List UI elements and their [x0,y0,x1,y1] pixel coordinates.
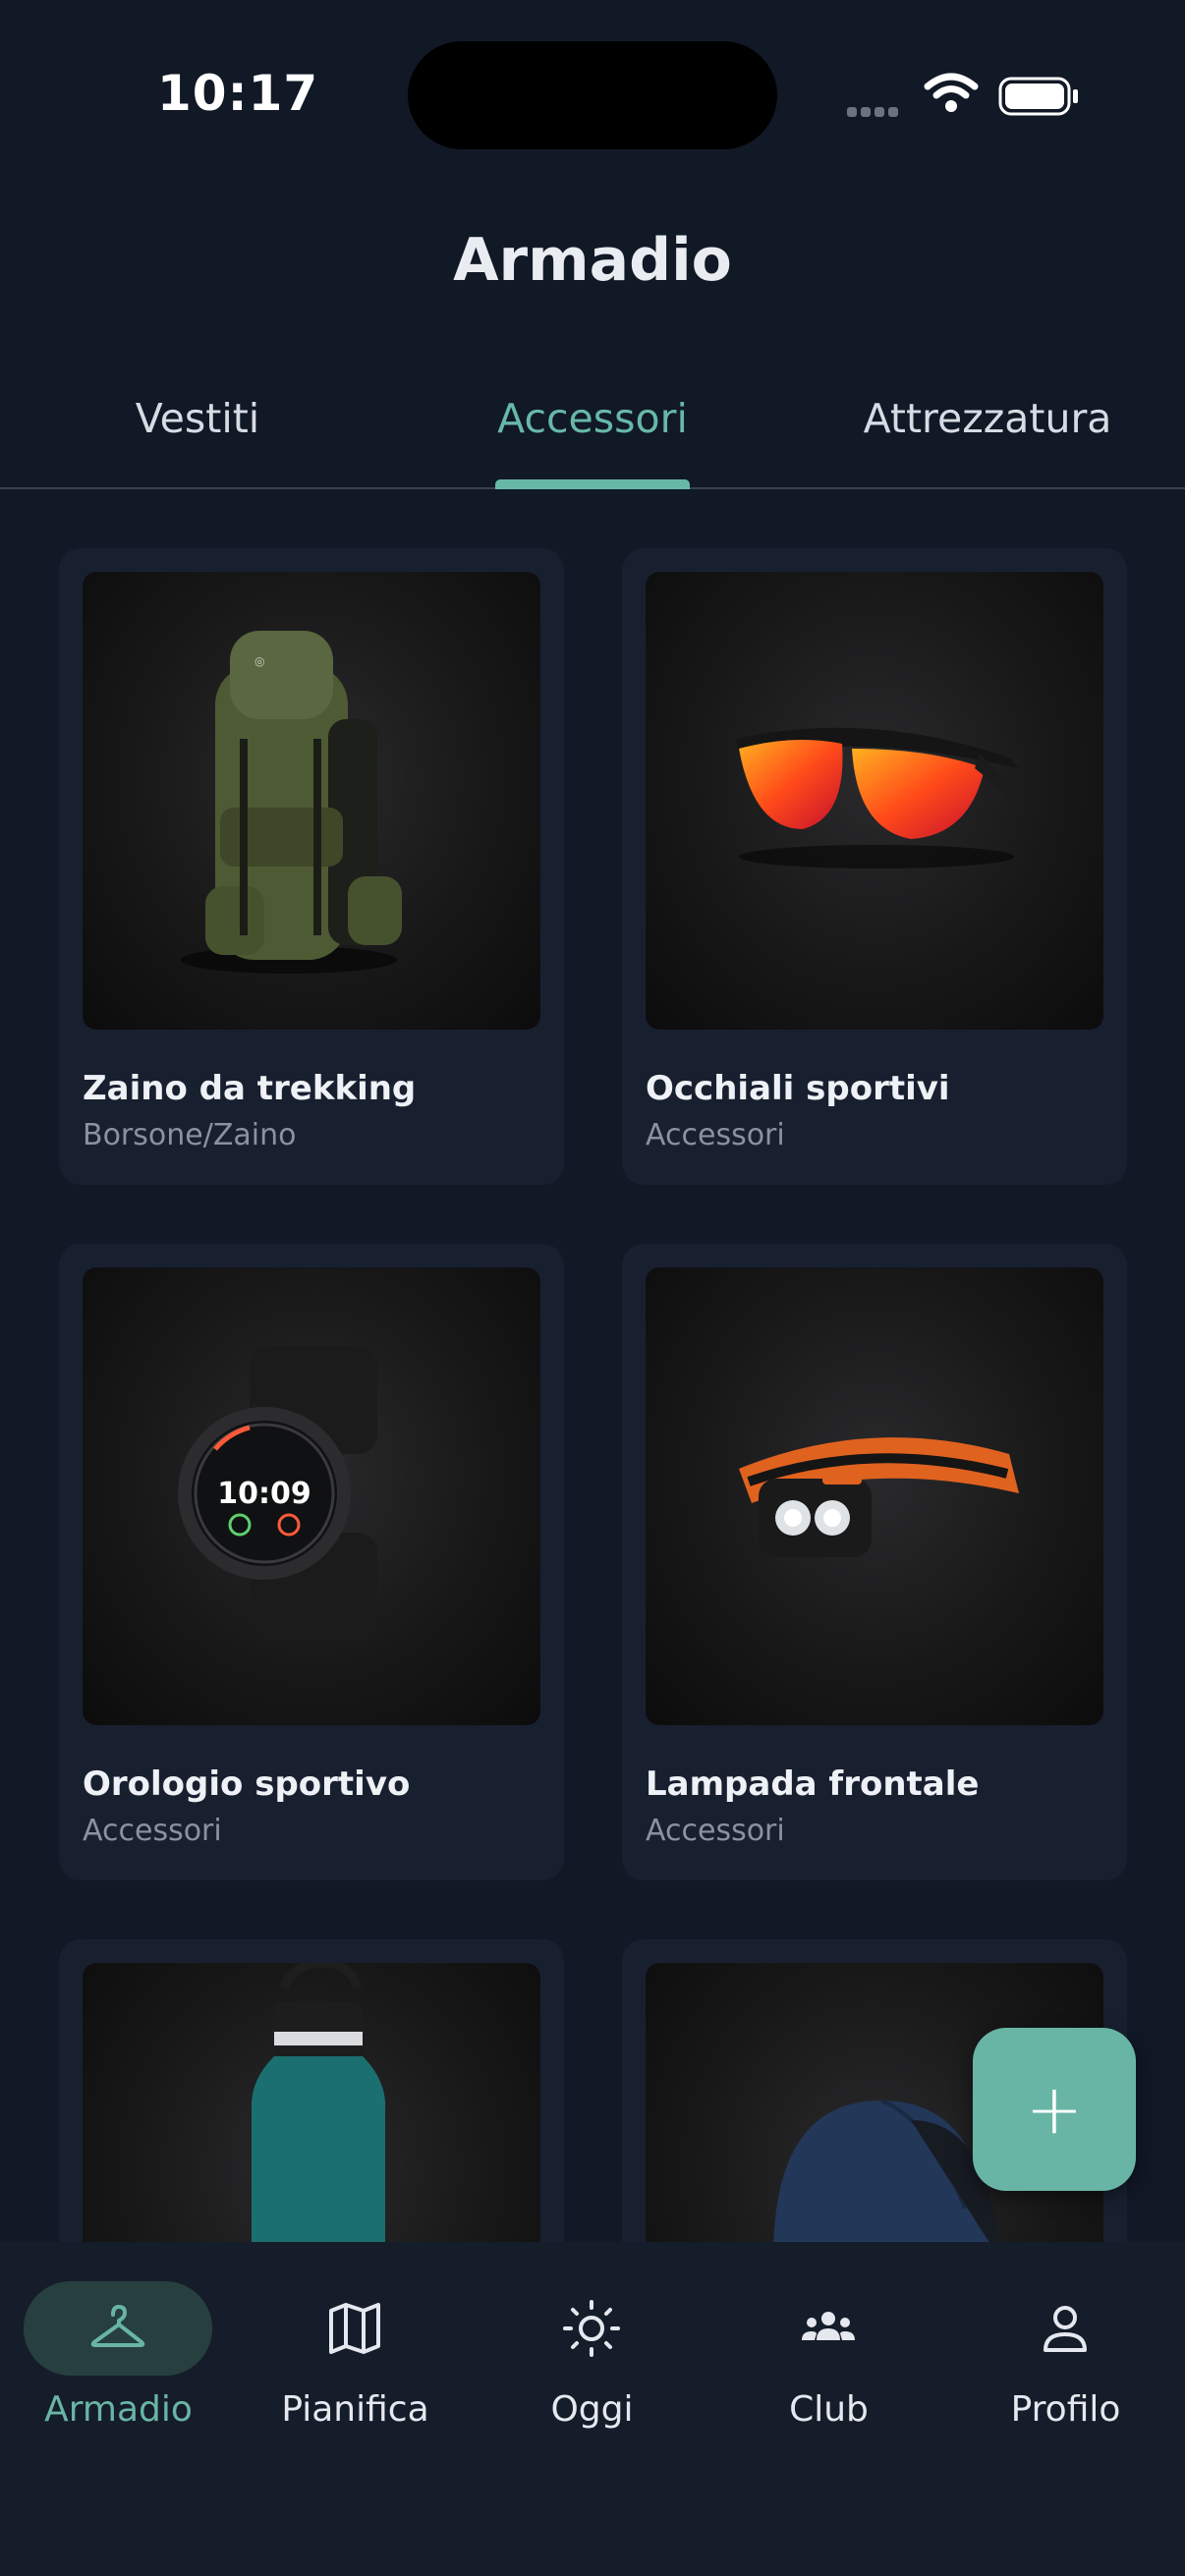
nav-label: Club [789,2389,869,2430]
watch-face-time: 10:09 [217,1477,311,1511]
hanger-icon [90,2305,145,2347]
items-grid: ◎ Zaino da trekking Borsone/Zaino Occhia… [0,0,1185,2242]
item-card[interactable]: Lampada frontale Accessori [622,1244,1127,1880]
item-card[interactable]: 10:09 Orologio sportivo Accessori [59,1244,564,1880]
nav-item-club[interactable]: Club [710,2281,947,2448]
nav-item-pianifica[interactable]: Pianifica [237,2281,474,2448]
backpack-icon: ◎ [181,631,402,974]
item-image: 10:09 [83,1267,540,1725]
item-name: Lampada frontale [646,1764,980,1804]
group-icon [802,2312,855,2340]
nav-label: Profilo [1010,2389,1121,2430]
item-image: ◎ [83,572,540,1030]
add-item-button[interactable]: + [973,2028,1136,2191]
nav-item-profilo[interactable]: Profilo [947,2281,1184,2448]
water-bottle-icon [251,1963,386,2242]
user-icon [1044,2306,1087,2352]
item-card[interactable] [59,1939,564,2242]
nav-label: Oggi [550,2389,634,2430]
item-category: Accessori [646,1814,785,1848]
nav-item-armadio[interactable]: Armadio [0,2281,237,2448]
svg-text:◎: ◎ [254,654,264,668]
map-icon [329,2303,380,2354]
item-card[interactable]: Occhiali sportivi Accessori [622,548,1127,1185]
sun-icon [563,2300,620,2357]
sunglasses-icon [736,727,1019,868]
item-name: Orologio sportivo [83,1764,411,1804]
headlamp-icon [739,1437,1019,1557]
item-image [83,1963,540,2242]
nav-label: Armadio [44,2389,193,2430]
item-image [646,1267,1103,1725]
item-name: Zaino da trekking [83,1069,417,1108]
item-name: Occhiali sportivi [646,1069,950,1108]
item-category: Accessori [83,1814,222,1848]
nav-item-oggi[interactable]: Oggi [474,2281,710,2448]
item-image [646,572,1103,1030]
item-card[interactable]: ◎ Zaino da trekking Borsone/Zaino [59,548,564,1185]
bottom-navigation: Armadio Pianifica Oggi Club Profilo [0,2242,1185,2576]
item-category: Borsone/Zaino [83,1118,297,1152]
nav-label: Pianifica [281,2389,429,2430]
item-category: Accessori [646,1118,785,1152]
watch-icon: 10:09 [178,1346,377,1641]
